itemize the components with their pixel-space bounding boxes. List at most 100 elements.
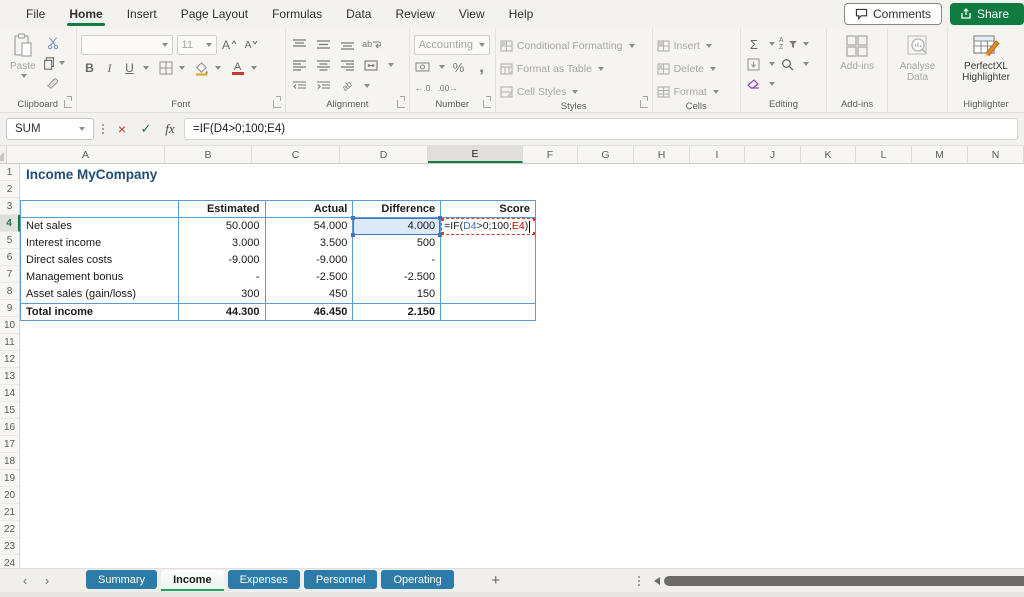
fill-button[interactable] (745, 55, 763, 73)
menu-file[interactable]: File (14, 0, 57, 28)
row-header-8[interactable]: 8 (0, 283, 19, 300)
cell-e3[interactable]: Score (441, 201, 535, 217)
cell-b6[interactable]: -9.000 (179, 252, 266, 269)
bold-button[interactable]: B (81, 59, 99, 77)
cell-c9[interactable]: 46.450 (266, 304, 354, 320)
column-header-K[interactable]: K (801, 146, 856, 163)
cell-b4[interactable]: 50.000 (179, 218, 266, 235)
cell-e9[interactable] (441, 304, 535, 320)
row-header-20[interactable]: 20 (0, 487, 19, 504)
name-box-splitter[interactable] (98, 121, 108, 137)
cell-d7[interactable]: -2.500 (353, 269, 441, 286)
cell-d6[interactable]: - (353, 252, 441, 269)
format-as-table-button[interactable]: Format as Table (500, 59, 648, 78)
align-right-button[interactable] (338, 56, 356, 74)
number-dialog-launcher[interactable] (483, 100, 491, 108)
row-header-10[interactable]: 10 (0, 317, 19, 334)
cell-e5[interactable] (441, 235, 535, 252)
select-all-corner[interactable] (0, 146, 7, 163)
cell-a7[interactable]: Management bonus (21, 269, 179, 286)
next-sheet-button[interactable]: › (36, 573, 58, 588)
cell-d9[interactable]: 2.150 (353, 304, 441, 320)
cell-styles-button[interactable]: Cell Styles (500, 82, 648, 101)
menu-insert[interactable]: Insert (115, 0, 169, 28)
paste-button[interactable]: Paste (4, 31, 42, 96)
accounting-format-button[interactable] (414, 58, 432, 76)
align-bottom-button[interactable] (338, 35, 356, 53)
delete-cells-button[interactable]: Delete (657, 59, 736, 78)
menu-view[interactable]: View (447, 0, 497, 28)
copy-button[interactable] (42, 54, 65, 72)
new-sheet-button[interactable]: + (486, 572, 506, 589)
align-top-button[interactable] (290, 35, 308, 53)
clipboard-dialog-launcher[interactable] (64, 100, 72, 108)
row-header-14[interactable]: 14 (0, 385, 19, 402)
column-header-G[interactable]: G (578, 146, 634, 163)
cell-c6[interactable]: -9.000 (266, 252, 354, 269)
column-header-C[interactable]: C (252, 146, 340, 163)
cell-a4[interactable]: Net sales (21, 218, 179, 235)
row-header-23[interactable]: 23 (0, 538, 19, 555)
increase-decimal-button[interactable]: ←.0 (414, 79, 432, 97)
format-painter-button[interactable] (42, 74, 65, 92)
column-header-I[interactable]: I (690, 146, 745, 163)
conditional-formatting-button[interactable]: Conditional Formatting (500, 36, 648, 55)
italic-button[interactable]: I (101, 59, 119, 77)
insert-cells-button[interactable]: Insert (657, 36, 736, 55)
row-header-13[interactable]: 13 (0, 368, 19, 385)
perfectxl-highlighter-button[interactable]: PerfectXL Highlighter (952, 31, 1020, 96)
decrease-indent-button[interactable] (290, 77, 308, 95)
menu-data[interactable]: Data (334, 0, 383, 28)
row-header-5[interactable]: 5 (0, 232, 19, 249)
cell-e4-editing[interactable]: =IF(D4>0;100;E4) (441, 218, 535, 235)
align-left-button[interactable] (290, 56, 308, 74)
cut-button[interactable] (42, 34, 65, 52)
decrease-decimal-button[interactable]: .00→ (438, 79, 458, 97)
row-header-12[interactable]: 12 (0, 351, 19, 368)
horizontal-scrollbar[interactable] (654, 569, 1024, 592)
row-header-2[interactable]: 2 (0, 181, 19, 198)
row-header-6[interactable]: 6 (0, 249, 19, 266)
column-header-F[interactable]: F (523, 146, 578, 163)
sheet-tab-personnel[interactable]: Personnel (304, 570, 378, 589)
cell-c5[interactable]: 3.500 (266, 235, 354, 252)
cell-e8[interactable] (441, 286, 535, 303)
cell-c7[interactable]: -2.500 (266, 269, 354, 286)
cell-a5[interactable]: Interest income (21, 235, 179, 252)
decrease-font-size-button[interactable]: A (243, 36, 261, 54)
tabbar-splitter[interactable] (634, 573, 644, 589)
cell-a8[interactable]: Asset sales (gain/loss) (21, 286, 179, 303)
row-header-3[interactable]: 3 (0, 198, 19, 215)
cell-b8[interactable]: 300 (179, 286, 266, 303)
column-header-D[interactable]: D (340, 146, 428, 163)
insert-function-button[interactable]: fx (160, 119, 180, 139)
menu-help[interactable]: Help (497, 0, 546, 28)
row-header-4[interactable]: 4 (0, 215, 20, 232)
cell-a1-title[interactable]: Income MyCompany (26, 167, 157, 182)
font-size-combo[interactable]: 11 (177, 35, 217, 55)
row-header-16[interactable]: 16 (0, 419, 19, 436)
column-header-B[interactable]: B (165, 146, 252, 163)
cell-b7[interactable]: - (179, 269, 266, 286)
row-header-21[interactable]: 21 (0, 504, 19, 521)
format-cells-button[interactable]: Format (657, 82, 736, 101)
menu-review[interactable]: Review (383, 0, 446, 28)
row-header-22[interactable]: 22 (0, 521, 19, 538)
enter-button[interactable]: ✓ (136, 119, 156, 139)
cell-e6[interactable] (441, 252, 535, 269)
cell-c8[interactable]: 450 (266, 286, 354, 303)
cell-d8[interactable]: 150 (353, 286, 441, 303)
align-middle-button[interactable] (314, 35, 332, 53)
increase-indent-button[interactable] (314, 77, 332, 95)
comma-style-button[interactable]: , (473, 58, 491, 76)
horizontal-scrollbar-thumb[interactable] (664, 576, 1024, 586)
row-header-17[interactable]: 17 (0, 436, 19, 453)
increase-font-size-button[interactable]: A (221, 36, 239, 54)
text-orientation-button[interactable]: ab (338, 77, 356, 95)
number-format-combo[interactable]: Accounting (414, 35, 490, 55)
menu-formulas[interactable]: Formulas (260, 0, 334, 28)
share-button[interactable]: Share (950, 3, 1024, 25)
row-header-1[interactable]: 1 (0, 164, 19, 181)
column-header-L[interactable]: L (856, 146, 912, 163)
column-header-A[interactable]: A (7, 146, 165, 163)
